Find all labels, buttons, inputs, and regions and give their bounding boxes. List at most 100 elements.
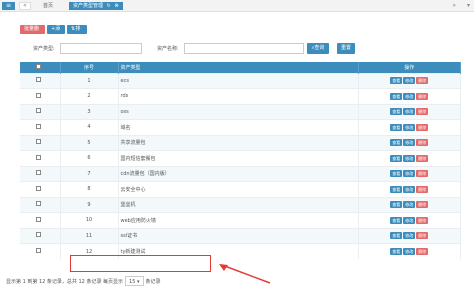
row-checkbox[interactable]: [36, 123, 41, 129]
row-actions: 查看 修改 删除: [358, 181, 461, 197]
row-actions: 查看 修改 删除: [358, 88, 461, 104]
menu-toggle-icon[interactable]: ≡: [2, 2, 15, 10]
row-checkbox[interactable]: [36, 248, 41, 253]
select-all-checkbox[interactable]: [36, 63, 41, 69]
view-button[interactable]: 查看: [390, 185, 403, 193]
close-icon[interactable]: ⊗: [114, 3, 118, 9]
tab-scroll-right-icon[interactable]: »: [452, 2, 456, 10]
row-checkbox[interactable]: [36, 139, 41, 145]
edit-button[interactable]: 修改: [403, 185, 416, 193]
asset-type-table: 序号 资产类型 操作 1 ecs 查看 修改 删除 2 rds 查看 修改 删除 3 oss 查看 修改删…: [20, 62, 461, 259]
edit-button[interactable]: 修改: [403, 201, 416, 209]
row-checkbox[interactable]: [36, 216, 41, 222]
view-button[interactable]: 查看: [390, 232, 403, 240]
column-header-actions: 操作: [358, 62, 461, 73]
tab-scroll-left-icon[interactable]: «: [19, 2, 31, 10]
highlight-annotation-box: [70, 255, 211, 272]
delete-button[interactable]: 删除: [416, 108, 429, 116]
row-select-cell: [20, 150, 61, 166]
table-row: 7 cdn流量包（国内版） 查看 修改 删除: [20, 165, 461, 182]
edit-button[interactable]: 修改: [403, 154, 416, 162]
view-button[interactable]: 查看: [390, 154, 403, 162]
row-checkbox[interactable]: [36, 154, 41, 160]
row-checkbox[interactable]: [36, 201, 41, 207]
view-button[interactable]: 查看: [390, 123, 403, 131]
page-size-select[interactable]: 15 ▾: [125, 276, 144, 286]
row-checkbox[interactable]: [36, 92, 41, 98]
sort-button[interactable]: ⇅排序: [67, 25, 87, 41]
row-select-cell: [20, 134, 61, 151]
delete-button[interactable]: 删除: [416, 248, 429, 255]
row-checkbox[interactable]: [36, 170, 41, 176]
delete-button[interactable]: 删除: [416, 154, 429, 162]
search-form: 资产类型: 资产名称: ⌕查询 重置: [30, 43, 460, 55]
edit-button[interactable]: 修改: [403, 216, 416, 224]
delete-button[interactable]: 删除: [416, 123, 429, 131]
tab-menu-dropdown-icon[interactable]: ▾: [467, 2, 470, 10]
column-header-no: 序号: [60, 62, 119, 73]
row-select-cell: [20, 119, 61, 135]
delete-button[interactable]: 删除: [416, 216, 429, 224]
search-button-label: 查询: [314, 45, 325, 51]
reset-button[interactable]: 重置: [337, 43, 355, 54]
asset-name-input[interactable]: [184, 43, 304, 54]
row-checkbox[interactable]: [36, 185, 41, 191]
table-row: 11 ssl证书 查看 修改 删除: [20, 227, 461, 244]
row-select-cell: [20, 212, 61, 228]
row-number: 4: [60, 119, 119, 135]
row-number: 7: [60, 165, 119, 182]
row-checkbox[interactable]: [36, 232, 41, 238]
edit-button[interactable]: 修改: [403, 77, 416, 85]
tab-asset-type[interactable]: 资产类型管理 ↻ ⊗: [69, 2, 123, 10]
edit-button[interactable]: 修改: [403, 170, 416, 178]
row-checkbox[interactable]: [36, 108, 41, 114]
row-number: 3: [60, 103, 119, 120]
row-select-cell: [20, 88, 61, 104]
asset-name-label: 资产名称:: [157, 46, 179, 52]
row-actions: 查看 修改 删除: [358, 196, 461, 213]
view-button[interactable]: 查看: [390, 216, 403, 224]
delete-button[interactable]: 删除: [416, 185, 429, 193]
edit-button[interactable]: 修改: [403, 248, 416, 255]
edit-button[interactable]: 修改: [403, 92, 416, 100]
view-button[interactable]: 查看: [390, 248, 403, 255]
view-button[interactable]: 查看: [390, 139, 403, 147]
delete-button[interactable]: 删除: [416, 77, 429, 85]
row-asset-type: 共享流量包: [118, 134, 359, 151]
page-size-value: 15: [129, 279, 136, 285]
row-number: 9: [60, 196, 119, 213]
delete-button[interactable]: 删除: [416, 232, 429, 240]
tab-asset-type-label: 资产类型管理: [73, 3, 104, 9]
refresh-icon[interactable]: ↻: [107, 3, 111, 9]
view-button[interactable]: 查看: [390, 77, 403, 85]
row-asset-type: 云安全中心: [118, 181, 359, 197]
edit-button[interactable]: 修改: [403, 123, 416, 131]
asset-type-label: 资产类型:: [33, 46, 55, 52]
table-row: 2 rds 查看 修改 删除: [20, 88, 461, 104]
add-button[interactable]: +添加: [47, 25, 65, 41]
view-button[interactable]: 查看: [390, 170, 403, 178]
tab-home[interactable]: 首页: [36, 2, 60, 10]
edit-button[interactable]: 修改: [403, 108, 416, 116]
view-button[interactable]: 查看: [390, 92, 403, 100]
row-actions: 查看 修改 删除: [358, 72, 461, 89]
view-button[interactable]: 查看: [390, 201, 403, 209]
edit-button[interactable]: 修改: [403, 232, 416, 240]
row-asset-type: oss: [118, 103, 359, 120]
row-checkbox[interactable]: [36, 77, 41, 83]
delete-button[interactable]: 删除: [416, 201, 429, 209]
search-button[interactable]: ⌕查询: [307, 43, 329, 54]
asset-type-input[interactable]: [60, 43, 142, 54]
batch-delete-button[interactable]: 批量删除: [20, 25, 45, 41]
view-button[interactable]: 查看: [390, 108, 403, 116]
toolbar: 批量删除+添加⇅排序: [20, 25, 89, 41]
pagination-footer: 显示第 1 到第 12 条记录，总共 12 条记录 每页显示 15 ▾ 条记录: [6, 276, 161, 286]
delete-button[interactable]: 删除: [416, 139, 429, 147]
row-number: 6: [60, 150, 119, 166]
select-all-header: [20, 62, 61, 73]
delete-button[interactable]: 删除: [416, 92, 429, 100]
row-asset-type: ssl证书: [118, 227, 359, 244]
delete-button[interactable]: 删除: [416, 170, 429, 178]
edit-button[interactable]: 修改: [403, 139, 416, 147]
row-number: 5: [60, 134, 119, 151]
